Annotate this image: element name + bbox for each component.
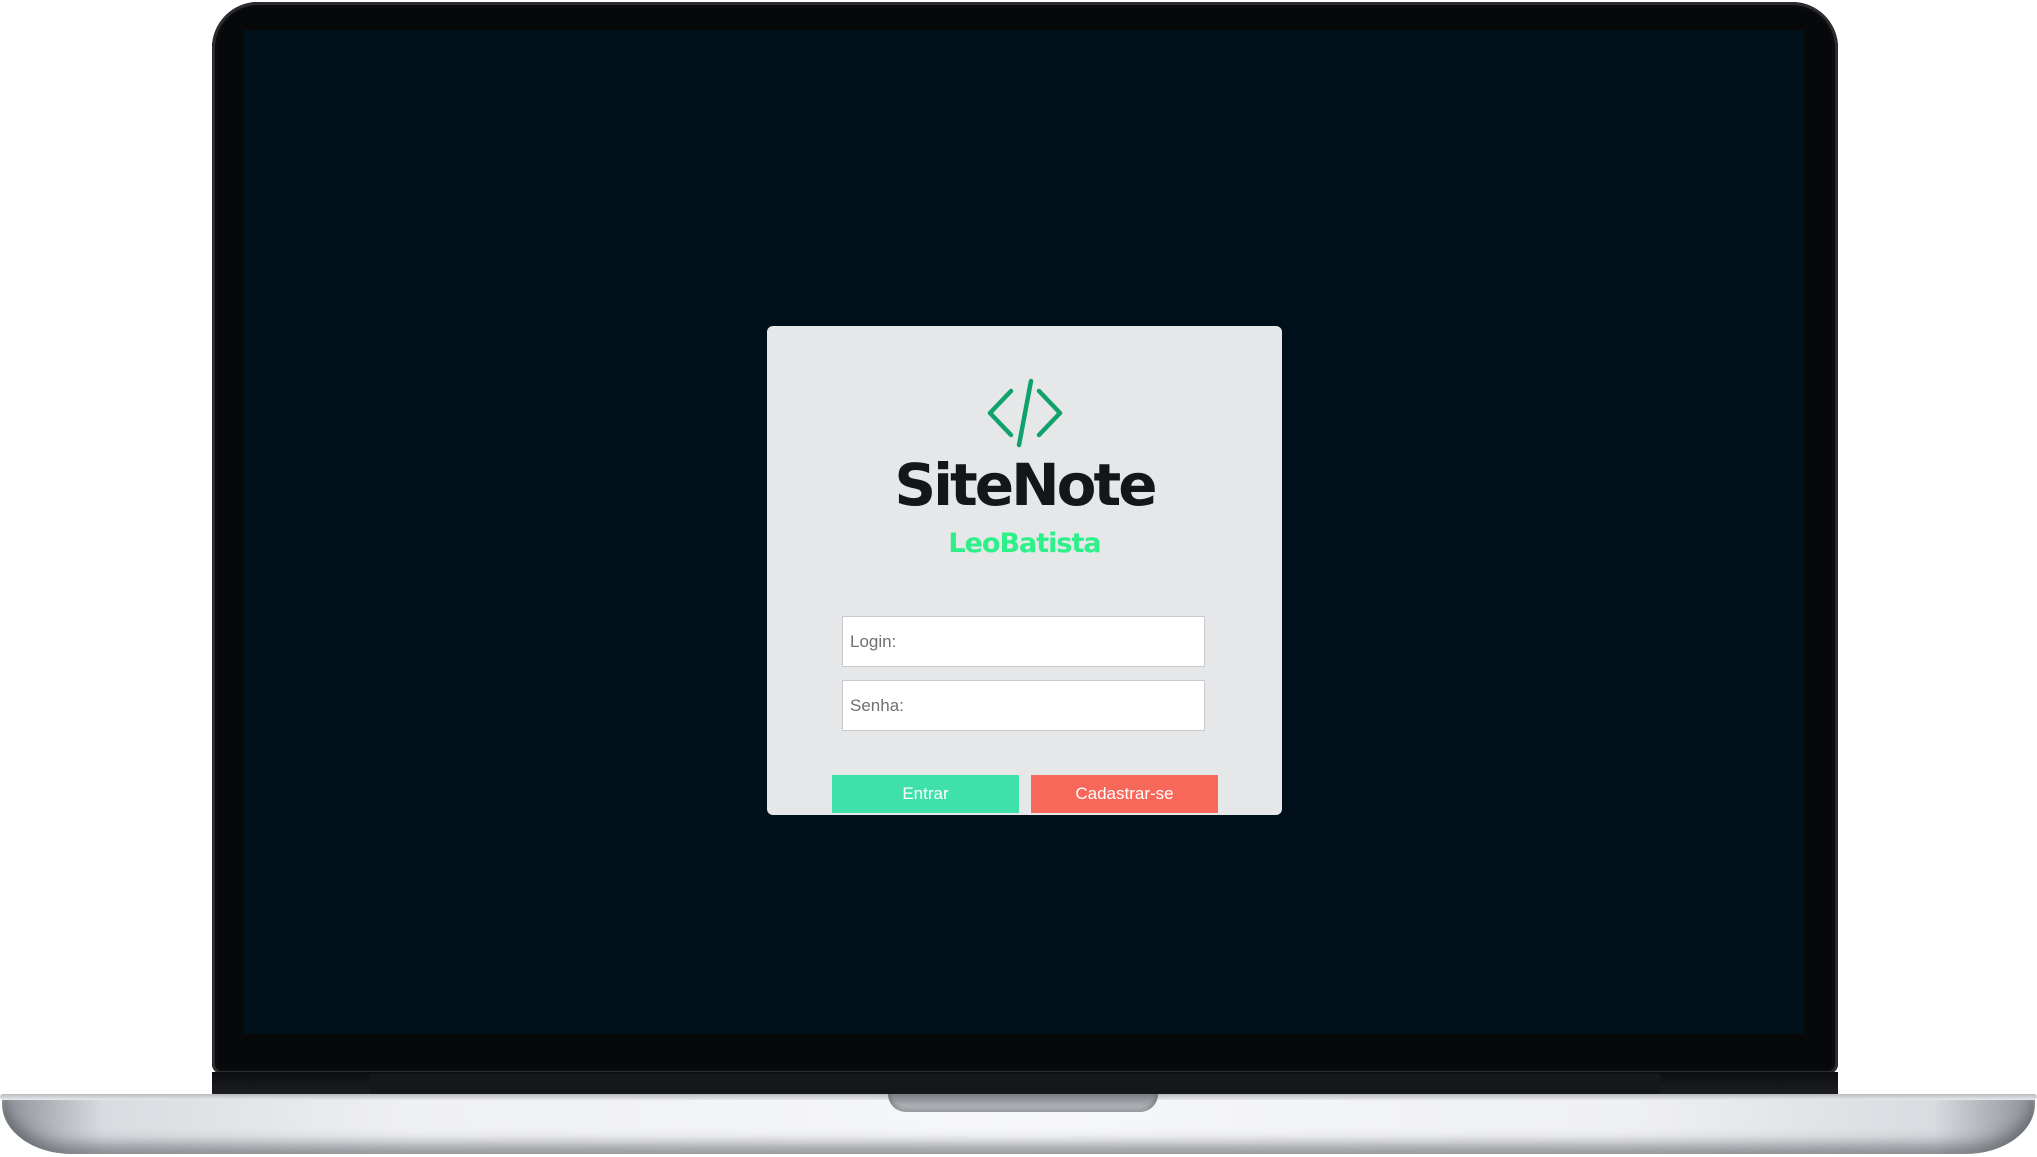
- cadastrar-button[interactable]: Cadastrar-se: [1031, 775, 1218, 813]
- code-brackets-icon: [987, 378, 1063, 448]
- laptop-open-notch: [888, 1094, 1158, 1112]
- brand-subtitle: LeoBatista: [948, 528, 1101, 559]
- laptop-hinge: [370, 1074, 1660, 1094]
- entrar-button[interactable]: Entrar: [832, 775, 1019, 813]
- login-input[interactable]: [842, 616, 1205, 667]
- laptop-mockup: SiteNote LeoBatista Entrar Cadastrar-se: [0, 0, 2037, 1157]
- login-card: SiteNote LeoBatista Entrar Cadastrar-se: [767, 326, 1282, 815]
- brand-title: SiteNote: [894, 451, 1157, 519]
- password-input[interactable]: [842, 680, 1205, 731]
- laptop-screen: SiteNote LeoBatista Entrar Cadastrar-se: [244, 30, 1804, 1034]
